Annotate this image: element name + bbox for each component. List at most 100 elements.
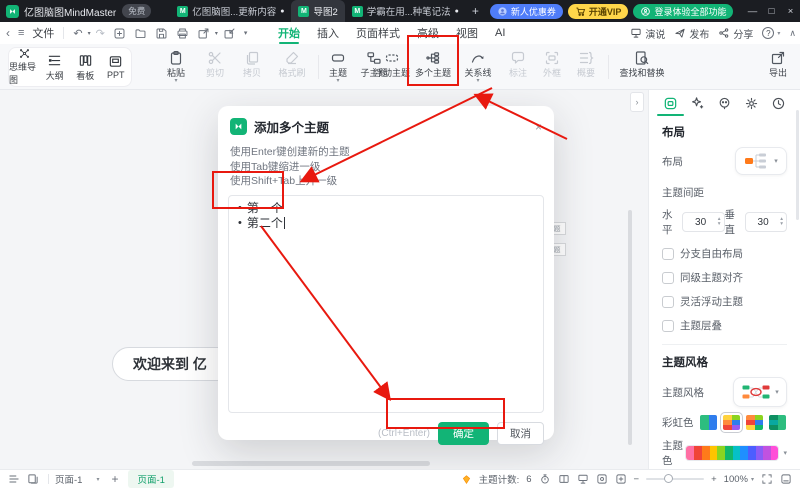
- mode-outline[interactable]: 大纲: [40, 48, 71, 86]
- topic-icon: [331, 54, 345, 62]
- stepper-arrows[interactable]: ▴ ▾: [718, 216, 724, 227]
- format-painter-button[interactable]: 格式刷: [271, 48, 313, 88]
- menu-icon[interactable]: ≡: [18, 27, 24, 39]
- new-tab-button[interactable]: +: [472, 4, 479, 18]
- copy-button[interactable]: 拷贝: [234, 48, 270, 88]
- horizontal-spacing-stepper[interactable]: 30 ▴ ▾: [682, 212, 725, 232]
- open-folder-icon[interactable]: [134, 27, 147, 40]
- split-view-icon[interactable]: [558, 473, 570, 485]
- save-icon[interactable]: [155, 27, 168, 40]
- callout-button[interactable]: 标注: [503, 48, 533, 88]
- multiple-topics-button[interactable]: 多个主题: [411, 48, 455, 88]
- menu-tab-insert[interactable]: 插入: [317, 22, 339, 44]
- checkbox-topic-overlap[interactable]: 主题层叠: [662, 318, 787, 333]
- fullscreen-icon[interactable]: [761, 473, 773, 485]
- rainbow-swatch-2-selected[interactable]: [720, 412, 743, 433]
- coupon-pill[interactable]: 新人优惠券: [489, 3, 563, 19]
- checkbox-free-layout[interactable]: 分支自由布局: [662, 246, 787, 261]
- paste-button[interactable]: 粘贴 ▾: [158, 48, 194, 88]
- fit-screen-icon[interactable]: [615, 473, 627, 485]
- zoom-level-dropdown[interactable]: 100% ▾: [724, 474, 754, 485]
- cut-button[interactable]: 剪切: [197, 48, 233, 88]
- window-minimize-button[interactable]: —: [743, 6, 762, 17]
- share-export-icon[interactable]: [197, 27, 210, 40]
- zoom-in-button[interactable]: +: [711, 474, 717, 485]
- tab-style[interactable]: [717, 96, 732, 111]
- tab-layout[interactable]: [657, 96, 684, 116]
- document-tab-2-active[interactable]: M 导图2: [291, 0, 345, 22]
- panel-scrollbar[interactable]: [796, 110, 799, 220]
- relationship-line-button[interactable]: 关系线 ▾: [459, 48, 497, 88]
- rainbow-swatch-4[interactable]: [768, 414, 787, 431]
- theme-color-dropdown[interactable]: ▾: [685, 445, 787, 461]
- vertical-spacing-stepper[interactable]: 30 ▴ ▾: [744, 212, 787, 232]
- import-icon[interactable]: [223, 27, 236, 40]
- add-page-button[interactable]: +: [111, 472, 118, 486]
- menu-tab-view[interactable]: 视图: [456, 22, 478, 44]
- zoom-out-button[interactable]: −: [634, 474, 640, 485]
- horizontal-scrollbar[interactable]: [192, 461, 430, 466]
- back-icon[interactable]: ‹: [6, 26, 10, 40]
- menu-tab-ai[interactable]: AI: [495, 22, 505, 44]
- minimap-icon[interactable]: [596, 473, 608, 485]
- panel-expand-button[interactable]: ›: [630, 92, 644, 112]
- undo-caret-icon[interactable]: ▾: [88, 30, 91, 37]
- theme-style-dropdown[interactable]: ▾: [733, 377, 787, 407]
- document-tab-1[interactable]: M 亿图脑图...更新内容 ●: [170, 0, 291, 22]
- floating-topic-button[interactable]: 浮动主题: [371, 48, 413, 88]
- topics-textarea[interactable]: • 第一个 • 第二个: [228, 194, 544, 413]
- page-dropdown[interactable]: 页面-1 ▾: [55, 472, 99, 486]
- window-maximize-button[interactable]: □: [762, 6, 781, 17]
- vip-pill[interactable]: 开通VIP: [567, 3, 629, 19]
- close-icon[interactable]: ×: [535, 120, 542, 134]
- publish-button[interactable]: 发布: [674, 26, 709, 41]
- confirm-button[interactable]: 确定: [438, 421, 489, 445]
- tab-history[interactable]: [771, 96, 786, 111]
- rainbow-swatch-1[interactable]: [699, 414, 718, 431]
- tab-ai[interactable]: [690, 96, 705, 111]
- checkbox-align-siblings[interactable]: 同级主题对齐: [662, 270, 787, 285]
- login-pill[interactable]: 登录体验全部功能: [633, 3, 734, 19]
- mode-ppt[interactable]: PPT: [101, 48, 132, 86]
- document-tab-3[interactable]: M 学霸在用...种笔记法 ●: [345, 0, 466, 22]
- undo-icon[interactable]: ↶: [73, 27, 82, 40]
- menu-tab-pagestyle[interactable]: 页面样式: [356, 22, 400, 44]
- summary-button[interactable]: 概要: [571, 48, 601, 88]
- layout-dropdown[interactable]: ▾: [735, 147, 787, 175]
- welcome-topic-node[interactable]: 欢迎来到 亿: [112, 347, 234, 381]
- stepper-arrows[interactable]: ▴ ▾: [780, 216, 786, 227]
- outline-view-icon[interactable]: [8, 473, 20, 485]
- menu-tab-advanced[interactable]: 高级: [417, 22, 439, 44]
- share-caret-icon[interactable]: ▾: [215, 30, 218, 37]
- zoom-slider[interactable]: [646, 474, 705, 483]
- checkbox-flexible-floating[interactable]: 灵活浮动主题: [662, 294, 787, 309]
- rainbow-swatch-3[interactable]: [745, 414, 764, 431]
- timer-icon[interactable]: [539, 473, 551, 485]
- presentation-icon[interactable]: [577, 473, 589, 485]
- help-button[interactable]: ? ▾: [762, 27, 780, 39]
- mode-mindmap[interactable]: 思维导图: [9, 48, 40, 86]
- file-menu[interactable]: 文件: [32, 25, 54, 41]
- print-icon[interactable]: [176, 27, 189, 40]
- redo-icon[interactable]: ↷: [96, 27, 105, 40]
- mode-kanban[interactable]: 看板: [70, 48, 101, 86]
- boundary-button[interactable]: 外框: [537, 48, 567, 88]
- window-close-button[interactable]: ×: [781, 6, 800, 17]
- page-list-icon[interactable]: [27, 473, 39, 485]
- zoom-slider-knob[interactable]: [663, 474, 673, 483]
- cancel-button[interactable]: 取消: [497, 421, 544, 445]
- vertical-scrollbar[interactable]: [628, 210, 632, 445]
- more-caret-icon[interactable]: ▾: [244, 29, 248, 37]
- find-replace-button[interactable]: 查找和替换: [614, 48, 670, 88]
- page-tab[interactable]: 页面-1: [128, 470, 174, 488]
- relationship-line-icon: [471, 55, 484, 63]
- menu-tab-home[interactable]: 开始: [278, 22, 300, 44]
- share-button[interactable]: 分享: [718, 26, 753, 41]
- collapse-panel-icon[interactable]: [780, 473, 792, 485]
- topic-button[interactable]: 主题 ▾: [322, 48, 354, 88]
- new-page-icon[interactable]: [113, 27, 126, 40]
- export-button[interactable]: 导出: [760, 48, 796, 88]
- tab-theme[interactable]: [744, 96, 759, 111]
- collapse-toolbar-button[interactable]: ∧: [789, 28, 796, 39]
- present-button[interactable]: 演说: [630, 26, 665, 41]
